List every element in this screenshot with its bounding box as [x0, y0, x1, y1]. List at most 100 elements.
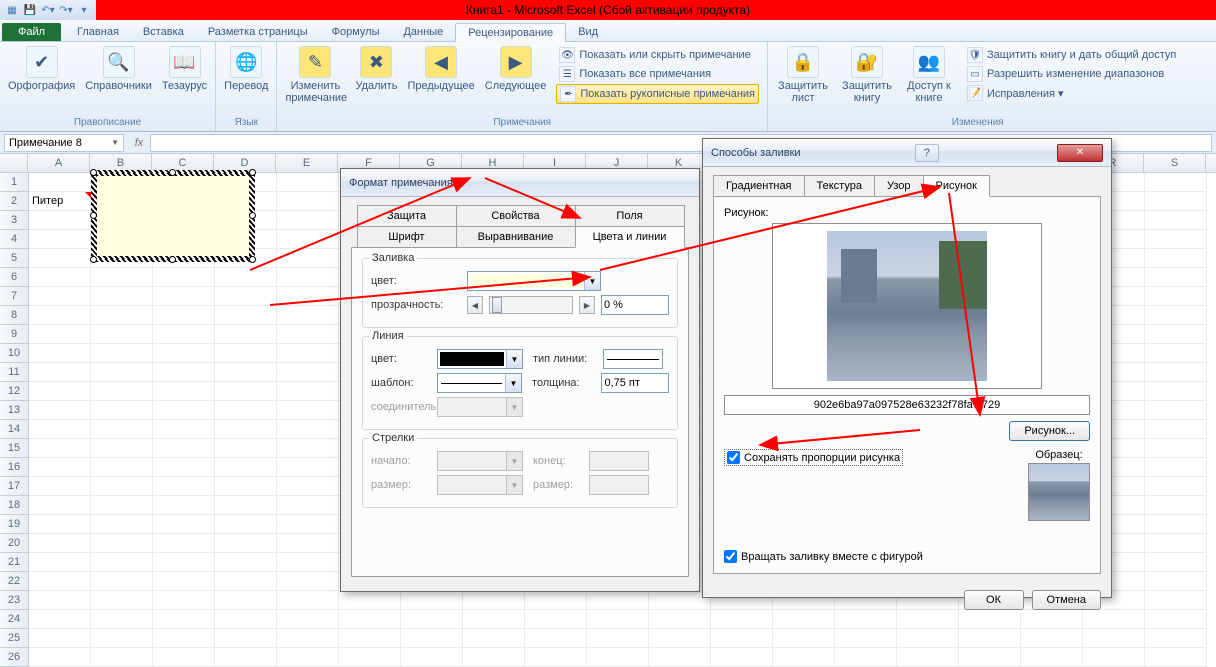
cell[interactable] — [1145, 458, 1207, 477]
cell[interactable] — [153, 458, 215, 477]
cell[interactable] — [215, 477, 277, 496]
cell[interactable] — [215, 648, 277, 667]
cell[interactable] — [29, 268, 91, 287]
cell[interactable] — [91, 420, 153, 439]
tab-texture[interactable]: Текстура — [804, 175, 875, 197]
tab-home[interactable]: Главная — [65, 23, 131, 41]
cell[interactable] — [959, 629, 1021, 648]
cell[interactable] — [277, 477, 339, 496]
cell[interactable] — [29, 553, 91, 572]
cell[interactable] — [91, 344, 153, 363]
cell[interactable] — [277, 344, 339, 363]
col-header[interactable]: S — [1144, 154, 1206, 172]
row-header[interactable]: 9 — [0, 325, 28, 344]
resize-handle[interactable] — [90, 212, 97, 219]
cell[interactable] — [463, 591, 525, 610]
cell[interactable] — [649, 629, 711, 648]
share-workbook-button[interactable]: 👥Доступ к книге — [900, 44, 958, 106]
cell[interactable] — [1145, 439, 1207, 458]
row-header[interactable]: 11 — [0, 363, 28, 382]
col-header[interactable]: E — [276, 154, 338, 172]
cell[interactable] — [1145, 477, 1207, 496]
close-icon[interactable]: ✕ — [1057, 144, 1103, 162]
fx-icon[interactable]: fx — [130, 134, 148, 152]
line-type-combo[interactable] — [603, 349, 663, 369]
cell[interactable] — [1083, 648, 1145, 667]
cell[interactable] — [29, 401, 91, 420]
cell[interactable] — [153, 629, 215, 648]
show-all-comments-button[interactable]: ☰Показать все примечания — [556, 65, 759, 83]
row-header[interactable]: 3 — [0, 211, 28, 230]
row-header[interactable]: 23 — [0, 591, 28, 610]
track-changes-button[interactable]: 📝Исправления ▾ — [964, 84, 1179, 102]
dialog-title[interactable]: Способы заливки ? ✕ — [703, 139, 1111, 167]
cell[interactable] — [1145, 230, 1207, 249]
resize-handle[interactable] — [249, 169, 256, 176]
row-header[interactable]: 17 — [0, 477, 28, 496]
cell[interactable] — [1145, 344, 1207, 363]
cell[interactable] — [463, 629, 525, 648]
cell[interactable] — [587, 591, 649, 610]
cell[interactable] — [1083, 629, 1145, 648]
cell[interactable] — [29, 420, 91, 439]
cell[interactable] — [29, 382, 91, 401]
cell[interactable] — [29, 591, 91, 610]
cell[interactable] — [29, 629, 91, 648]
cell[interactable] — [29, 458, 91, 477]
cell[interactable] — [1145, 401, 1207, 420]
cancel-button[interactable]: Отмена — [1032, 590, 1101, 610]
tab-data[interactable]: Данные — [391, 23, 455, 41]
cell[interactable] — [29, 344, 91, 363]
cell[interactable] — [91, 363, 153, 382]
cell[interactable] — [91, 439, 153, 458]
delete-comment-button[interactable]: ✖Удалить — [351, 44, 401, 94]
cell[interactable] — [339, 648, 401, 667]
cell[interactable] — [1145, 325, 1207, 344]
cell[interactable] — [91, 287, 153, 306]
resize-handle[interactable] — [90, 169, 97, 176]
cell[interactable] — [215, 363, 277, 382]
cell[interactable] — [525, 591, 587, 610]
tab-insert[interactable]: Вставка — [131, 23, 196, 41]
cell[interactable] — [897, 648, 959, 667]
cell[interactable] — [153, 610, 215, 629]
cell[interactable] — [277, 306, 339, 325]
comment-body[interactable] — [97, 176, 249, 256]
cell[interactable] — [277, 610, 339, 629]
cell[interactable] — [215, 553, 277, 572]
cell[interactable] — [1145, 363, 1207, 382]
dialog-title[interactable]: Формат примечания — [341, 169, 699, 197]
cell[interactable] — [91, 477, 153, 496]
cell[interactable] — [339, 591, 401, 610]
cell[interactable] — [91, 515, 153, 534]
transparency-spinner[interactable]: 0 % — [601, 295, 669, 315]
cell[interactable] — [29, 363, 91, 382]
row-header[interactable]: 25 — [0, 629, 28, 648]
row-header[interactable]: 10 — [0, 344, 28, 363]
cell[interactable] — [215, 306, 277, 325]
row-header[interactable]: 26 — [0, 648, 28, 667]
cell[interactable] — [29, 572, 91, 591]
cell[interactable] — [1145, 515, 1207, 534]
cell[interactable] — [91, 496, 153, 515]
tab-formulas[interactable]: Формулы — [320, 23, 392, 41]
tab-font[interactable]: Шрифт — [357, 226, 457, 248]
resize-handle[interactable] — [90, 256, 97, 263]
cell[interactable] — [215, 629, 277, 648]
cell[interactable] — [835, 648, 897, 667]
cell[interactable] — [277, 420, 339, 439]
show-ink-button[interactable]: ✒Показать рукописные примечания — [556, 84, 759, 104]
cell[interactable] — [277, 173, 339, 192]
cell[interactable] — [29, 249, 91, 268]
tab-alignment[interactable]: Выравнивание — [456, 226, 576, 248]
cell[interactable] — [153, 325, 215, 344]
cell[interactable] — [339, 629, 401, 648]
comment-selection[interactable] — [91, 170, 255, 262]
resize-handle[interactable] — [169, 169, 176, 176]
cell[interactable] — [91, 401, 153, 420]
cell[interactable] — [91, 306, 153, 325]
next-comment-button[interactable]: ▶Следующее — [481, 44, 551, 94]
picture-path-field[interactable] — [724, 395, 1090, 415]
cell[interactable] — [215, 515, 277, 534]
cell[interactable] — [29, 610, 91, 629]
